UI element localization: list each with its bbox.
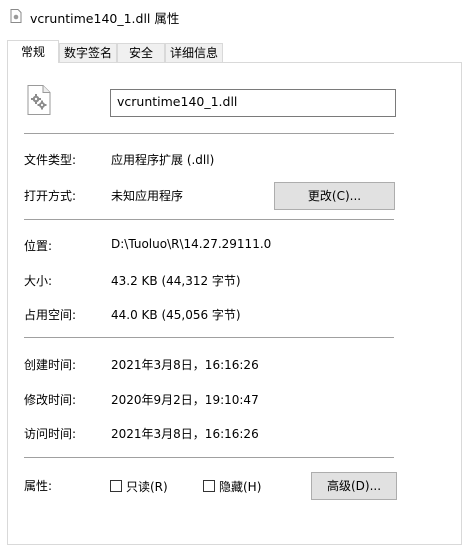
dll-file-icon [10,9,22,23]
created-label: 创建时间: [24,358,77,372]
tab-details[interactable]: 详细信息 [165,43,223,62]
separator [24,457,394,458]
tab-digital-signatures[interactable]: 数字签名 [59,43,117,62]
size-on-disk-value: 44.0 KB (45,056 字节) [111,308,241,322]
change-button[interactable]: 更改(C)... [274,182,395,210]
created-value: 2021年3月8日，16:16:26 [111,358,259,372]
title-bar: vcruntime140_1.dll 属性 [0,0,469,32]
tab-label: 详细信息 [169,46,218,60]
readonly-checkbox[interactable] [110,480,122,492]
accessed-label: 访问时间: [24,427,77,441]
file-type-label: 文件类型: [24,153,77,167]
location-label: 位置: [24,239,53,253]
separator [24,133,394,134]
file-type-value: 应用程序扩展 (.dll) [111,153,215,167]
tab-strip: 常规 数字签名 安全 详细信息 [0,40,469,63]
opens-with-label: 打开方式: [24,189,77,203]
tab-security[interactable]: 安全 [117,43,165,62]
advanced-button[interactable]: 高级(D)... [311,472,397,500]
size-label: 大小: [24,274,53,288]
tab-label: 数字签名 [63,46,112,60]
modified-value: 2020年9月2日，19:10:47 [111,393,259,407]
opens-with-value: 未知应用程序 [111,189,184,203]
attributes-label: 属性: [24,479,53,493]
dll-file-gear-icon [27,85,51,115]
hidden-checkbox-label[interactable]: 隐藏(H) [219,478,261,495]
tab-general[interactable]: 常规 [7,40,59,63]
tab-label: 常规 [20,45,45,59]
separator [24,337,394,338]
readonly-checkbox-label[interactable]: 只读(R) [126,478,168,495]
separator [24,219,394,220]
modified-label: 修改时间: [24,393,77,407]
size-value: 43.2 KB (44,312 字节) [111,274,241,288]
location-value: D:\Tuoluo\R\14.27.29111.0 [111,237,272,251]
file-name-field[interactable]: vcruntime140_1.dll [110,89,396,117]
tab-label: 安全 [128,46,153,60]
hidden-checkbox[interactable] [203,480,215,492]
size-on-disk-label: 占用空间: [24,308,77,322]
window-title: vcruntime140_1.dll 属性 [30,11,180,26]
accessed-value: 2021年3月8日，16:16:26 [111,427,259,441]
